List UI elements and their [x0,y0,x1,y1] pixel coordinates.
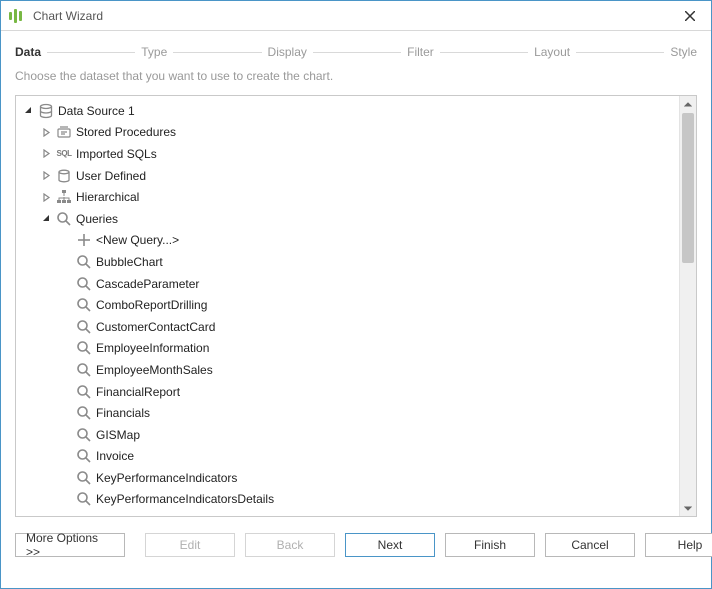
step-separator [576,52,664,53]
step-separator [173,52,261,53]
expand-icon[interactable] [40,171,52,180]
tree-node-label: EmployeeInformation [96,341,209,355]
tree-node-label: Queries [76,212,118,226]
tree-node-label: Imported SQLs [76,147,157,161]
tree-node-imported-sqls[interactable]: SQL Imported SQLs [16,143,679,165]
tree-node-comboreportdrilling[interactable]: ComboReportDrilling [16,294,679,316]
tree-node-employeeinformation[interactable]: EmployeeInformation [16,338,679,360]
tree-node-customercontactcard[interactable]: CustomerContactCard [16,316,679,338]
hier-icon [56,189,72,205]
tree-node-hierarchical[interactable]: Hierarchical [16,186,679,208]
tree-node-label: CascadeParameter [96,277,199,291]
tree-node-label: Financials [96,406,150,420]
step-data[interactable]: Data [15,45,41,59]
q-icon [76,276,92,292]
step-display[interactable]: Display [268,45,307,59]
tree-node-label: User Defined [76,169,146,183]
new-icon [76,232,92,248]
chart-icon [9,8,25,24]
q-icon [76,427,92,443]
q-icon [76,491,92,507]
edit-button: Edit [145,533,235,557]
tree-node-stored-procedures[interactable]: Stored Procedures [16,122,679,144]
wizard-steps: Data Type Display Filter Layout Style [1,31,711,69]
q-icon [76,362,92,378]
q-icon [76,448,92,464]
sql-icon: SQL [56,146,72,162]
q-icon [76,254,92,270]
tree-node-data-source-1[interactable]: Data Source 1 [16,100,679,122]
close-icon [685,11,695,21]
tree-node-cascadeparameter[interactable]: CascadeParameter [16,273,679,295]
q-icon [76,297,92,313]
step-separator [440,52,528,53]
finish-button[interactable]: Finish [445,533,535,557]
tree-node-queries[interactable]: Queries [16,208,679,230]
tree-node-label: ComboReportDrilling [96,298,207,312]
step-type[interactable]: Type [141,45,167,59]
userdef-icon [56,168,72,184]
dataset-tree: Data Source 1 Stored Procedures SQL Importe… [16,96,679,516]
collapse-icon[interactable] [40,214,52,223]
q-icon [76,405,92,421]
button-bar: More Options >> Edit Back Next Finish Ca… [1,517,711,557]
step-style[interactable]: Style [670,45,697,59]
q-icon [76,384,92,400]
q-icon [76,319,92,335]
tree-node-keyperformanceindicators[interactable]: KeyPerformanceIndicators [16,467,679,489]
tree-node-gismap[interactable]: GISMap [16,424,679,446]
tree-node-financials[interactable]: Financials [16,402,679,424]
step-layout[interactable]: Layout [534,45,570,59]
scroll-up-button[interactable] [680,96,696,113]
more-options-button[interactable]: More Options >> [15,533,125,557]
tree-node-label: FinancialReport [96,385,180,399]
tree-node-label: Hierarchical [76,190,139,204]
tree-node-label: CustomerContactCard [96,320,215,334]
scrollbar[interactable] [679,96,696,516]
tree-node-label: EmployeeMonthSales [96,363,213,377]
cancel-button[interactable]: Cancel [545,533,635,557]
queries-icon [56,211,72,227]
step-separator [313,52,401,53]
scroll-down-button[interactable] [680,499,696,516]
q-icon [76,470,92,486]
tree-panel: Data Source 1 Stored Procedures SQL Importe… [15,95,697,517]
tree-node--new-query-[interactable]: <New Query...> [16,230,679,252]
tree-node-employeemonthsales[interactable]: EmployeeMonthSales [16,359,679,381]
titlebar: Chart Wizard [1,1,711,31]
tree-node-label: Stored Procedures [76,125,176,139]
help-button[interactable]: Help [645,533,712,557]
scroll-thumb[interactable] [682,113,694,263]
tree-node-label: KeyPerformanceIndicatorsDetails [96,492,274,506]
tree-node-user-defined[interactable]: User Defined [16,165,679,187]
tree-node-label: BubbleChart [96,255,163,269]
tree-node-label: Data Source 1 [58,104,135,118]
tree-node-invoice[interactable]: Invoice [16,446,679,468]
tree-node-bubblechart[interactable]: BubbleChart [16,251,679,273]
next-button[interactable]: Next [345,533,435,557]
close-button[interactable] [675,4,705,28]
expand-icon[interactable] [40,149,52,158]
step-separator [47,52,135,53]
expand-icon[interactable] [40,128,52,137]
tree-node-label: KeyPerformanceIndicators [96,471,237,485]
tree-node-label: Invoice [96,449,134,463]
window-title: Chart Wizard [33,9,675,23]
tree-node-financialreport[interactable]: FinancialReport [16,381,679,403]
collapse-icon[interactable] [22,106,34,115]
tree-node-keyperformanceindicatorsdetails[interactable]: KeyPerformanceIndicatorsDetails [16,489,679,511]
q-icon [76,340,92,356]
expand-icon[interactable] [40,193,52,202]
back-button: Back [245,533,335,557]
db-icon [38,103,54,119]
scroll-track[interactable] [680,113,696,499]
stored-proc-icon [56,124,72,140]
tree-node-label: <New Query...> [96,233,179,247]
subtitle: Choose the dataset that you want to use … [1,69,711,95]
step-filter[interactable]: Filter [407,45,434,59]
tree-node-label: GISMap [96,428,140,442]
